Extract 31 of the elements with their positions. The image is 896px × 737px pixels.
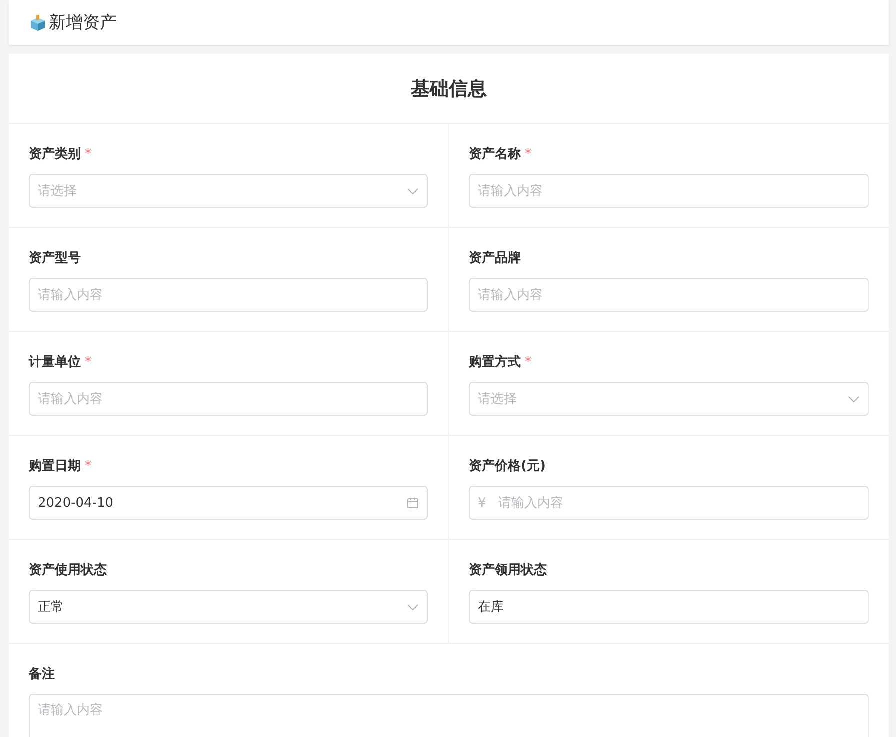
input-field[interactable]: 请输入内容	[29, 382, 428, 416]
remarks-field[interactable]: 请输入内容	[29, 694, 869, 737]
required-mark: *	[85, 458, 92, 474]
required-mark: *	[525, 354, 532, 370]
select-field[interactable]: 请选择	[29, 174, 428, 208]
field-label: 资产名称	[469, 146, 521, 163]
required-mark: *	[525, 146, 532, 162]
field-label: 计量单位	[29, 354, 81, 371]
field-label: 资产型号	[29, 250, 81, 267]
input-field[interactable]: 请输入内容	[469, 174, 869, 208]
field-label: 购置日期	[29, 458, 81, 475]
field-label: 资产类别	[29, 146, 81, 163]
select-field[interactable]: 请选择	[469, 382, 869, 416]
required-mark: *	[85, 146, 92, 162]
input-field[interactable]: 请输入内容	[29, 278, 428, 312]
field-label: 资产品牌	[469, 250, 521, 267]
date-field[interactable]: 2020-04-10	[29, 486, 428, 520]
calendar-icon	[407, 497, 419, 509]
page-title: 新增资产	[49, 12, 117, 34]
select-field[interactable]: 正常	[29, 590, 428, 624]
field-label: 资产价格(元)	[469, 458, 546, 475]
box-icon	[29, 14, 47, 32]
section-title: 基础信息	[9, 54, 889, 124]
field-label: 购置方式	[469, 354, 521, 371]
field-label: 资产领用状态	[469, 562, 547, 579]
input-field[interactable]: 请输入内容	[469, 278, 869, 312]
price-field[interactable]: ¥ 请输入内容	[469, 486, 869, 520]
field-label: 备注	[29, 666, 55, 683]
required-mark: *	[85, 354, 92, 370]
input-field[interactable]: 在库	[469, 590, 869, 624]
field-label: 资产使用状态	[29, 562, 107, 579]
